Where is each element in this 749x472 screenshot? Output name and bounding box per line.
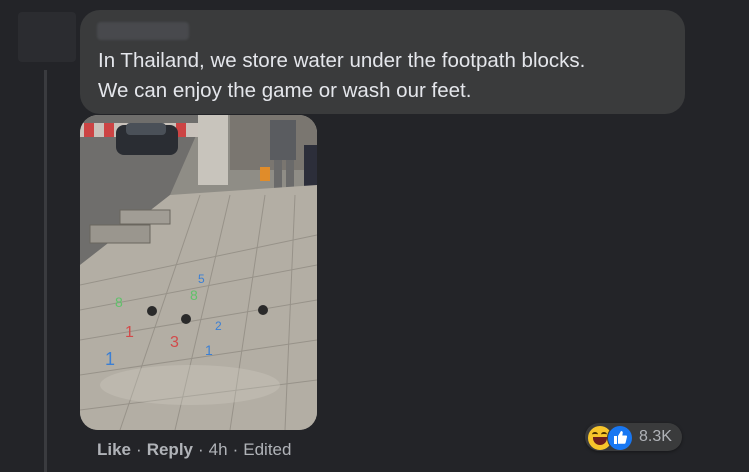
timestamp[interactable]: 4h <box>209 440 228 459</box>
svg-text:1: 1 <box>125 324 134 341</box>
comment-line-1: In Thailand, we store water under the fo… <box>98 49 586 72</box>
svg-text:5: 5 <box>198 272 205 286</box>
like-link[interactable]: Like <box>97 440 131 459</box>
svg-text:2: 2 <box>215 319 222 333</box>
like-icon <box>607 425 633 451</box>
svg-text:1: 1 <box>105 349 115 369</box>
comment-actions: Like · Reply · 4h · Edited <box>97 440 291 460</box>
avatar[interactable] <box>18 12 76 62</box>
separator-dot: · <box>136 440 142 459</box>
svg-text:8: 8 <box>115 294 123 310</box>
svg-text:8: 8 <box>190 287 198 303</box>
thread-line <box>44 70 47 472</box>
separator-dot: · <box>232 440 239 459</box>
comment-line-2: We can enjoy the game or wash our feet. <box>98 79 472 102</box>
edited-label: Edited <box>243 440 292 459</box>
reaction-count: 8.3K <box>639 428 672 445</box>
reply-link[interactable]: Reply <box>147 440 193 459</box>
comment-photo[interactable]: 8 8 5 1 3 1 1 2 <box>80 115 317 430</box>
separator-dot: · <box>198 440 204 459</box>
author-name-redacted[interactable] <box>97 22 189 40</box>
comment-text: In Thailand, we store water under the fo… <box>98 46 678 106</box>
svg-text:1: 1 <box>205 342 213 358</box>
svg-text:3: 3 <box>170 334 179 351</box>
reactions-summary[interactable]: 8.3K <box>585 423 682 451</box>
